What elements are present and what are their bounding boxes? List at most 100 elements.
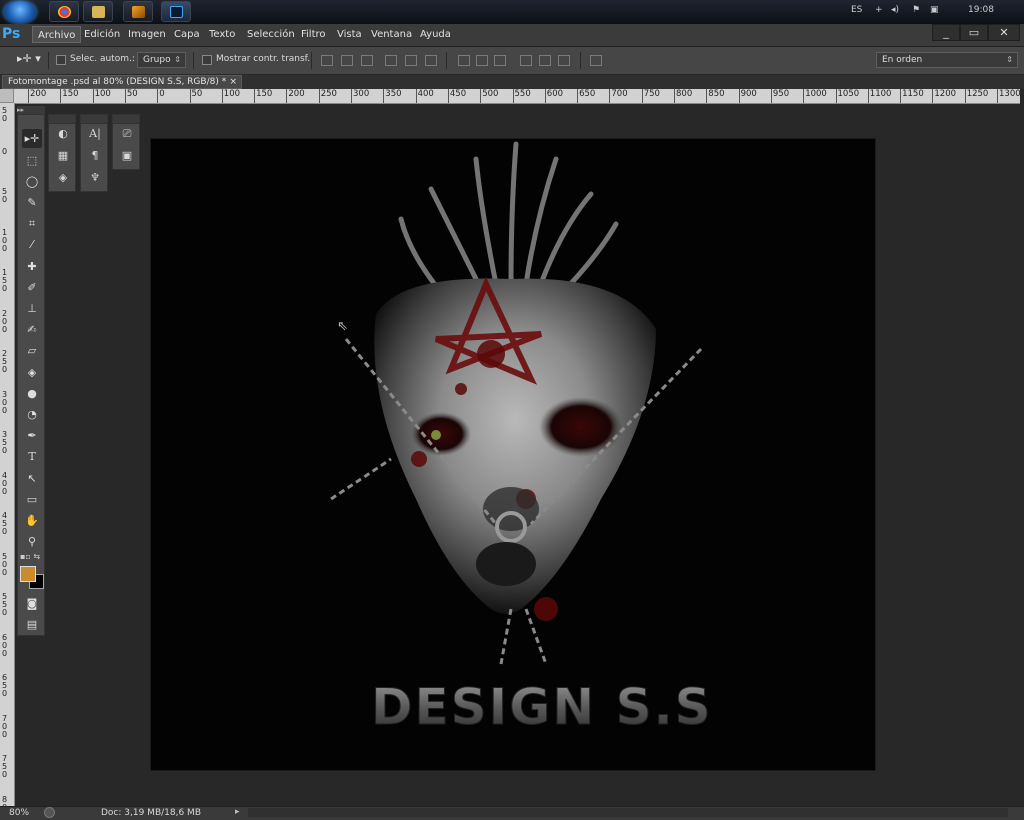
distribute-right-icon[interactable] [558,55,570,66]
auto-select-dropdown[interactable]: Grupo ⇕ [137,52,186,68]
crop-icon[interactable]: ⌗ [22,214,42,233]
photoshop-taskbar-button[interactable] [161,1,191,22]
character-panel-icon[interactable]: A| [85,125,105,143]
menu-seleccion[interactable]: Selección [242,26,300,43]
adjustments-panel-icon[interactable]: ▦ [53,147,73,165]
blur-icon[interactable]: ● [22,384,42,403]
network-icon[interactable]: ▣ [930,5,939,15]
auto-select-checkbox[interactable] [56,55,66,65]
tools-panel: ▸✛ ⬚ ◯ ✎ ⌗ ⁄ ✚ ✐ ⊥ ✍ ▱ ◈ ● ◔ ✒ T ↖ ▭ ✋ ⚲… [17,114,45,636]
panel-grip[interactable] [113,115,139,124]
path-select-icon[interactable]: ↖ [22,469,42,488]
panel-grip[interactable] [49,115,75,124]
eraser-icon[interactable]: ▱ [22,341,42,360]
color-panel-icon[interactable]: ◐ [53,125,73,143]
type-icon[interactable]: T [22,447,42,466]
horizontal-scrollbar[interactable] [248,808,1008,817]
brush-presets-icon[interactable]: ♆ [85,169,105,187]
vruler-tick-label: 100 [2,227,8,253]
tray-expand[interactable]: + [875,5,883,15]
status-menu-icon[interactable]: ▸ [235,807,240,817]
auto-select-value: Grupo [143,55,171,65]
menu-imagen[interactable]: Imagen [123,26,171,43]
move-icon[interactable]: ▸✛ [22,129,42,148]
document-tab[interactable]: Fotomontage .psd al 80% (DESIGN S.S, RGB… [2,75,242,89]
ruler-origin[interactable] [0,89,14,103]
history-brush-icon[interactable]: ✍ [22,320,42,339]
quick-mask-icon[interactable]: ◙ [22,594,42,613]
default-colors-icon[interactable]: ▪▫ ⇆ [20,552,40,561]
distribute-left-icon[interactable] [520,55,532,66]
screen-mode-icon[interactable]: ▤ [22,615,42,634]
close-tab-icon[interactable]: × [229,76,237,88]
eye-right [539,397,623,457]
app-taskbar-button[interactable] [123,1,153,22]
quick-select-icon[interactable]: ✎ [22,193,42,212]
hand-icon[interactable]: ✋ [22,511,42,530]
flag-icon[interactable]: ⚑ [912,5,920,15]
zoom-icon[interactable]: ⚲ [22,532,42,551]
ruler-tick-label: 450 [449,89,467,99]
ruler-tick-label: 700 [611,89,628,99]
align-bottom-icon[interactable] [361,55,373,66]
align-right-icon[interactable] [425,55,437,66]
ruler-tick-line [706,89,708,103]
bucket-icon[interactable]: ◈ [22,363,42,382]
tray-language[interactable]: ES [851,5,862,15]
menu-filtro[interactable]: Filtro [296,26,331,43]
menu-archivo[interactable]: Archivo [32,26,82,43]
move-tool-preset-icon[interactable]: ▸✛ ▾ [17,52,41,65]
status-info-icon[interactable] [44,807,55,818]
volume-icon[interactable]: ◂) [891,5,899,15]
menu-ayuda[interactable]: Ayuda [415,26,456,43]
distribute-top-icon[interactable] [458,55,470,66]
divider [48,52,49,69]
align-top-icon[interactable] [321,55,333,66]
restore-button[interactable]: ▭ [960,24,988,41]
menu-edicion[interactable]: Edición [79,26,125,43]
show-transform-checkbox[interactable] [202,55,212,65]
tools-panel-header[interactable]: ▸▸ [17,106,45,114]
distribute-vcenter-icon[interactable] [476,55,488,66]
workspace-dropdown[interactable]: En orden ⇕ [876,52,1018,68]
zoom-level[interactable]: 80% [9,808,29,818]
align-hcenter-icon[interactable] [405,55,417,66]
close-button[interactable]: ✕ [988,24,1020,41]
pen-icon[interactable]: ✒ [22,426,42,445]
panel-grip[interactable] [81,115,107,124]
menu-vista[interactable]: Vista [332,26,367,43]
foreground-color-swatch[interactable] [20,566,36,582]
ruler-tick-label: 350 [385,89,402,99]
document-canvas[interactable]: DESIGN S.S ⇖ [151,139,875,770]
minimize-button[interactable]: _ [932,24,960,41]
navigator-panel-icon[interactable]: ▣ [117,147,137,165]
align-vcenter-icon[interactable] [341,55,353,66]
layers-panel-icon[interactable]: ◈ [53,169,73,187]
eyedropper-icon[interactable]: ⁄ [22,235,42,254]
stamp-icon[interactable]: ⊥ [22,299,42,318]
vruler-tick-label: 0 [2,146,8,156]
dodge-icon[interactable]: ◔ [22,405,42,424]
vruler-tick-label: 50 [2,187,8,204]
healing-icon[interactable]: ✚ [22,257,42,276]
brush-icon[interactable]: ✐ [22,278,42,297]
marquee-icon[interactable]: ⬚ [22,151,42,170]
align-left-icon[interactable] [385,55,397,66]
shape-icon[interactable]: ▭ [22,490,42,509]
distribute-bottom-icon[interactable] [494,55,506,66]
menu-capa[interactable]: Capa [169,26,205,43]
lasso-icon[interactable]: ◯ [22,172,42,191]
start-button[interactable] [4,1,36,23]
menu-ventana[interactable]: Ventana [366,26,417,43]
vruler-tick-label: 500 [2,551,8,577]
distribute-hcenter-icon[interactable] [539,55,551,66]
ruler-tick-label: 100 [94,89,111,99]
auto-align-icon[interactable] [590,55,602,66]
history-panel-icon[interactable]: ⎚ [117,125,137,143]
workspace-value: En orden [882,55,923,65]
menu-texto[interactable]: Texto [204,26,240,43]
clock[interactable]: 19:08 [968,5,994,15]
paragraph-panel-icon[interactable]: ¶ [85,147,105,165]
chrome-taskbar-button[interactable] [49,1,79,22]
explorer-taskbar-button[interactable] [83,1,113,22]
